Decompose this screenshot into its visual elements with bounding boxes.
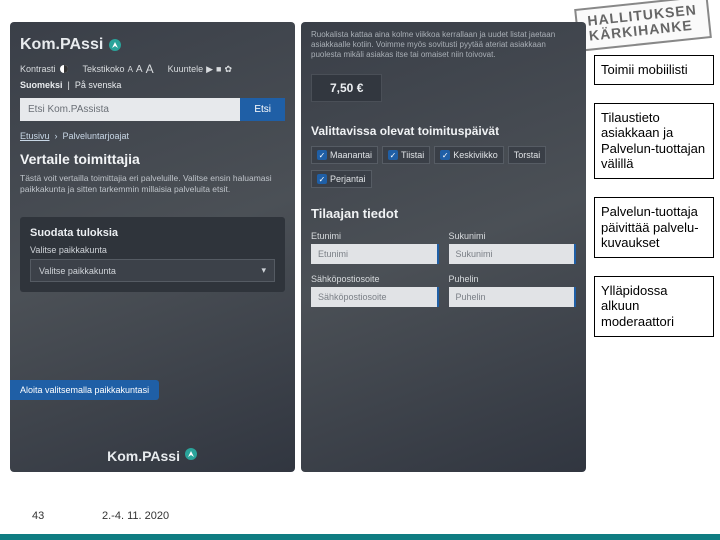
textsize-toggle[interactable]: Tekstikoko AAA [83, 62, 154, 76]
checkbox-checked-icon: ✓ [317, 174, 327, 184]
firstname-label: Etunimi [311, 231, 439, 241]
play-icon: ▶ [206, 64, 213, 75]
checkbox-checked-icon: ✓ [317, 150, 327, 160]
page-number: 43 [32, 510, 44, 522]
app-brand: Kom.PAssi [20, 36, 285, 54]
phone-field[interactable]: Puhelin [449, 287, 577, 307]
day-label: Keskiviikko [453, 150, 498, 160]
input-placeholder: Etunimi [318, 249, 348, 259]
day-label: Tiistai [401, 150, 424, 160]
description-text: Ruokalista kattaa aina kolme viikkoa ker… [311, 30, 576, 60]
slide-root: HALLITUKSEN KÄRKIHANKE Toimii mobiilisti… [0, 0, 720, 540]
compass-icon [108, 38, 122, 52]
gear-icon: ✿ [224, 64, 232, 75]
form-row-name: Etunimi Etunimi Sukunimi Sukunimi [311, 231, 576, 264]
checkbox-checked-icon: ✓ [440, 150, 450, 160]
lastname-field[interactable]: Sukunimi [449, 244, 577, 264]
email-field[interactable]: Sähköpostiosoite [311, 287, 439, 307]
lastname-label: Sukunimi [449, 231, 577, 241]
annotation-mobile: Toimii mobiilisti [594, 55, 714, 85]
dropdown-value: Valitse paikkakunta [39, 266, 116, 276]
search-placeholder: Etsi Kom.PAssista [28, 104, 109, 115]
filter-box: Suodata tuloksia Valitse paikkakunta Val… [20, 217, 285, 292]
price-box: 7,50 € [311, 74, 382, 102]
days-heading: Valittavissa olevat toimituspäivät [311, 124, 576, 138]
day-friday[interactable]: ✓ Perjantai [311, 170, 372, 188]
lang-fi[interactable]: Suomeksi [20, 80, 63, 90]
listen-label: Kuuntele [168, 64, 204, 74]
compass-icon [184, 447, 198, 461]
order-heading: Tilaajan tiedot [311, 206, 576, 221]
search-button[interactable]: Etsi [240, 98, 285, 121]
day-monday[interactable]: ✓ Maanantai [311, 146, 378, 164]
filter-heading: Suodata tuloksia [30, 227, 275, 239]
checkbox-checked-icon: ✓ [388, 150, 398, 160]
listen-toggle[interactable]: Kuuntele ▶ ■ ✿ [168, 62, 232, 76]
input-placeholder: Sähköpostiosoite [318, 292, 387, 302]
textsize-icon: AAA [128, 62, 154, 76]
breadcrumb: Etusivu › Palveluntarjoajat [20, 131, 285, 141]
phone-screenshots: Kom.PAssi Kontrasti Tekstikoko AAA Kuunt… [10, 22, 586, 472]
textsize-label: Tekstikoko [83, 64, 125, 74]
breadcrumb-current: Palveluntarjoajat [63, 131, 130, 141]
phone-right: Ruokalista kattaa aina kolme viikkoa ker… [301, 22, 586, 472]
stop-icon: ■ [216, 64, 221, 74]
form-row-contact: Sähköpostiosoite Sähköpostiosoite Puheli… [311, 274, 576, 307]
brand-footer: Kom.PAssi [10, 447, 295, 464]
brand-footer-text: Kom.PAssi [107, 448, 180, 464]
delivery-days-row2: ✓ Perjantai [311, 170, 576, 188]
day-wednesday[interactable]: ✓ Keskiviikko [434, 146, 504, 164]
annotation-column: Toimii mobiilisti Tilaustieto asiakkaan … [594, 55, 714, 337]
language-row: Suomeksi | På svenska [20, 80, 285, 90]
project-stamp: HALLITUKSEN KÄRKIHANKE [574, 0, 712, 52]
input-placeholder: Sukunimi [456, 249, 493, 259]
firstname-field[interactable]: Etunimi [311, 244, 439, 264]
search-input[interactable]: Etsi Kom.PAssista [20, 98, 240, 121]
day-thursday[interactable]: Torstai [508, 146, 547, 164]
day-label: Perjantai [330, 174, 366, 184]
slide-footer: 43 2.-4. 11. 2020 [0, 494, 720, 540]
day-tuesday[interactable]: ✓ Tiistai [382, 146, 430, 164]
chevron-down-icon: ▾ [261, 265, 266, 276]
contrast-icon [59, 64, 69, 74]
page-title: Vertaile toimittajia [20, 151, 285, 167]
locality-dropdown[interactable]: Valitse paikkakunta ▾ [30, 259, 275, 282]
phone-left: Kom.PAssi Kontrasti Tekstikoko AAA Kuunt… [10, 22, 295, 472]
footer-bar [0, 534, 720, 540]
annotation-order-info: Tilaustieto asiakkaan ja Palvelun-tuotta… [594, 103, 714, 179]
accessibility-toolbar: Kontrasti Tekstikoko AAA Kuuntele ▶ ■ ✿ [20, 62, 285, 76]
page-intro: Tästä voit vertailla toimittajia eri pal… [20, 173, 285, 195]
annotation-provider-updates: Palvelun-tuottaja päivittää palvelu-kuva… [594, 197, 714, 258]
brand-text: Kom.PAssi [20, 36, 103, 53]
search-row: Etsi Kom.PAssista Etsi [20, 98, 285, 121]
filter-label: Valitse paikkakunta [30, 245, 275, 255]
day-label: Maanantai [330, 150, 372, 160]
annotation-moderator: Ylläpidossa alkuun moderaattori [594, 276, 714, 337]
contrast-label: Kontrasti [20, 64, 56, 74]
delivery-days: ✓ Maanantai ✓ Tiistai ✓ Keskiviikko Tors… [311, 146, 576, 164]
breadcrumb-home[interactable]: Etusivu [20, 131, 50, 141]
email-label: Sähköpostiosoite [311, 274, 439, 284]
phone-label: Puhelin [449, 274, 577, 284]
day-label: Torstai [514, 150, 541, 160]
hint-toast: Aloita valitsemalla paikkakuntasi [10, 380, 159, 400]
lang-sv[interactable]: På svenska [75, 80, 122, 90]
contrast-toggle[interactable]: Kontrasti [20, 62, 69, 76]
footer-date: 2.-4. 11. 2020 [102, 510, 169, 522]
input-placeholder: Puhelin [456, 292, 486, 302]
